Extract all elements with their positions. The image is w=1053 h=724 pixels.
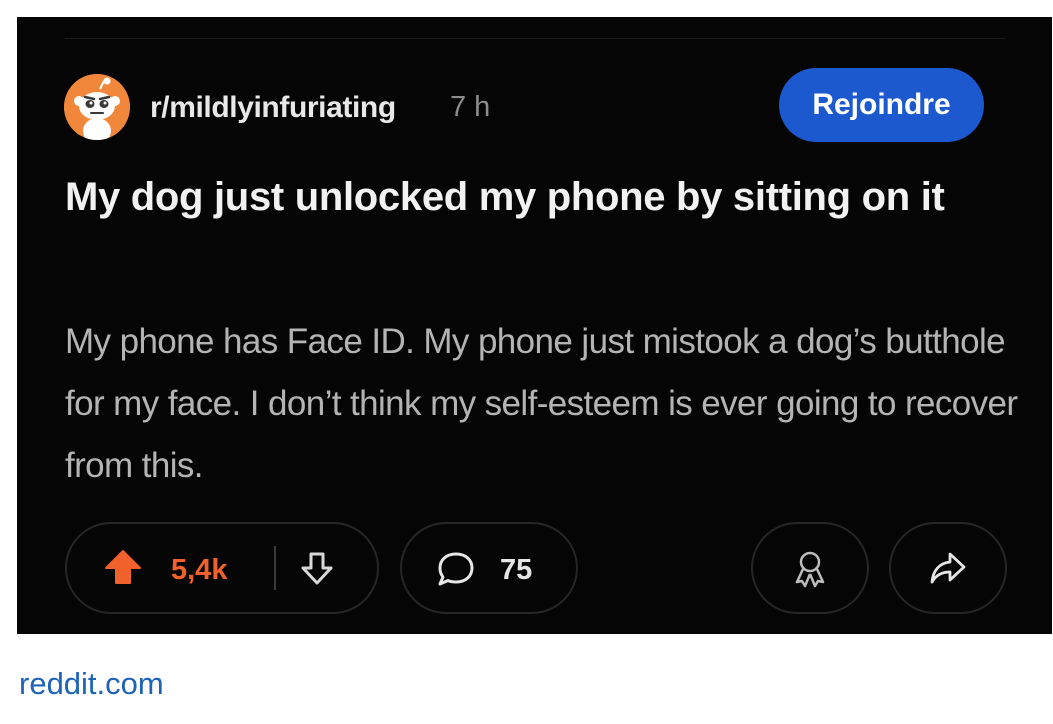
vote-control: 5,4k bbox=[65, 522, 379, 614]
comments-button[interactable]: 75 bbox=[400, 522, 578, 614]
join-button[interactable]: Rejoindre bbox=[779, 68, 984, 142]
post-time: 7 h bbox=[450, 91, 491, 123]
downvote-button[interactable] bbox=[299, 550, 335, 588]
subreddit-name[interactable]: r/mildlyinfuriating bbox=[150, 91, 396, 125]
award-ribbon-icon bbox=[795, 551, 825, 588]
upvote-button[interactable] bbox=[103, 548, 143, 588]
comment-count: 75 bbox=[500, 554, 533, 586]
share-arrow-icon bbox=[930, 552, 966, 584]
source-link[interactable]: reddit.com bbox=[19, 666, 164, 702]
subreddit-avatar[interactable] bbox=[64, 74, 130, 140]
share-button[interactable] bbox=[889, 522, 1007, 614]
post-title[interactable]: My dog just unlocked my phone by sitting… bbox=[65, 167, 1015, 227]
reddit-snoo-icon bbox=[64, 74, 130, 140]
upvote-arrow-icon bbox=[105, 550, 141, 584]
post-body[interactable]: My phone has Face ID. My phone just mist… bbox=[65, 311, 1025, 497]
post-card: r/mildlyinfuriating 7 h Rejoindre My dog… bbox=[17, 17, 1052, 634]
top-divider bbox=[65, 38, 1006, 39]
downvote-arrow-icon bbox=[301, 552, 333, 585]
speech-bubble-icon bbox=[438, 552, 474, 586]
vote-divider bbox=[274, 546, 276, 590]
vote-score: 5,4k bbox=[171, 554, 228, 586]
comment-icon-wrap bbox=[436, 550, 476, 588]
award-button[interactable] bbox=[751, 522, 869, 614]
